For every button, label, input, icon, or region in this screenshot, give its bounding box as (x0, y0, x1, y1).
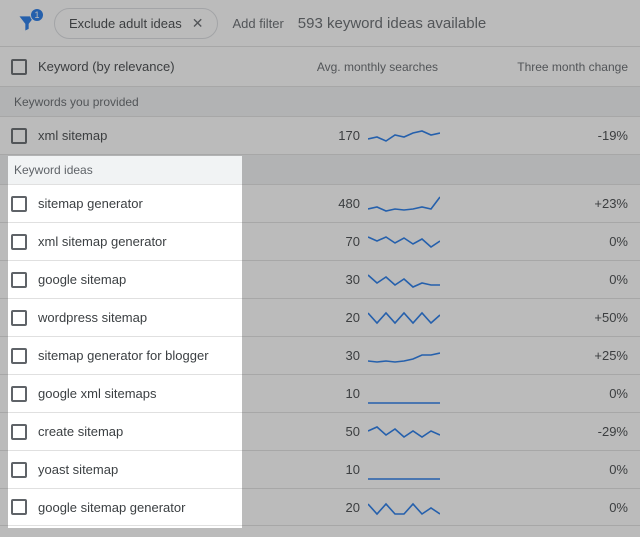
row-checkbox[interactable] (11, 272, 27, 288)
sparkline (368, 344, 446, 368)
row-checkbox[interactable] (11, 234, 27, 250)
table-row: sitemap generator for blogger30 +25% (0, 336, 640, 374)
keyword-cell: wordpress sitemap (38, 310, 278, 325)
table-header-row: Keyword (by relevance) Avg. monthly sear… (0, 46, 640, 86)
searches-cell: 480 (278, 196, 368, 211)
sparkline (368, 382, 446, 406)
filter-funnel-icon[interactable]: 1 (14, 10, 40, 36)
col-searches[interactable]: Avg. monthly searches (278, 60, 446, 74)
filter-chip-label: Exclude adult ideas (69, 16, 182, 31)
searches-cell: 10 (278, 386, 368, 401)
table-row: xml sitemap 170 -19% (0, 116, 640, 154)
sparkline (368, 192, 446, 216)
ideas-available-text: 593 keyword ideas available (298, 15, 486, 32)
sparkline (368, 230, 446, 254)
col-change[interactable]: Three month change (446, 60, 640, 74)
keyword-cell: google sitemap generator (38, 500, 278, 515)
keyword-cell: sitemap generator for blogger (38, 348, 278, 363)
change-cell: -29% (446, 424, 640, 439)
searches-cell: 30 (278, 348, 368, 363)
keyword-cell: google xml sitemaps (38, 386, 278, 401)
searches-cell: 30 (278, 272, 368, 287)
sparkline (368, 124, 446, 148)
section-provided: Keywords you provided (0, 86, 640, 116)
change-cell: 0% (446, 386, 640, 401)
filter-chip-exclude-adult[interactable]: Exclude adult ideas ✕ (54, 8, 218, 39)
change-cell: +25% (446, 348, 640, 363)
change-cell: +50% (446, 310, 640, 325)
sparkline (368, 420, 446, 444)
close-icon[interactable]: ✕ (192, 16, 204, 30)
table-row: create sitemap50 -29% (0, 412, 640, 450)
table-row: google sitemap30 0% (0, 260, 640, 298)
searches-cell: 10 (278, 462, 368, 477)
keyword-cell: yoast sitemap (38, 462, 278, 477)
row-checkbox[interactable] (11, 128, 27, 144)
col-keyword[interactable]: Keyword (by relevance) (38, 59, 278, 74)
sparkline (368, 268, 446, 292)
searches-cell: 70 (278, 234, 368, 249)
searches-cell: 20 (278, 500, 368, 515)
table-row: google sitemap generator20 0% (0, 488, 640, 526)
searches-cell: 170 (278, 128, 368, 143)
sparkline (368, 458, 446, 482)
row-checkbox[interactable] (11, 499, 27, 515)
keyword-cell: google sitemap (38, 272, 278, 287)
table-row: sitemap generator480 +23% (0, 184, 640, 222)
row-checkbox[interactable] (11, 462, 27, 478)
keyword-cell: sitemap generator (38, 196, 278, 211)
searches-cell: 50 (278, 424, 368, 439)
table-row: xml sitemap generator70 0% (0, 222, 640, 260)
filter-count-badge: 1 (30, 8, 44, 22)
change-cell: +23% (446, 196, 640, 211)
searches-cell: 20 (278, 310, 368, 325)
table-row: google xml sitemaps10 0% (0, 374, 640, 412)
change-cell: 0% (446, 272, 640, 287)
sparkline (368, 495, 446, 519)
table-row: yoast sitemap10 0% (0, 450, 640, 488)
section-ideas: Keyword ideas (0, 154, 640, 184)
select-all-checkbox[interactable] (11, 59, 27, 75)
row-checkbox[interactable] (11, 424, 27, 440)
change-cell: 0% (446, 234, 640, 249)
row-checkbox[interactable] (11, 196, 27, 212)
change-cell: 0% (446, 500, 640, 515)
keyword-cell: xml sitemap generator (38, 234, 278, 249)
add-filter-button[interactable]: Add filter (232, 16, 283, 31)
change-cell: -19% (446, 128, 640, 143)
row-checkbox[interactable] (11, 310, 27, 326)
sparkline (368, 306, 446, 330)
change-cell: 0% (446, 462, 640, 477)
table-row: wordpress sitemap20 +50% (0, 298, 640, 336)
keyword-cell: create sitemap (38, 424, 278, 439)
row-checkbox[interactable] (11, 386, 27, 402)
row-checkbox[interactable] (11, 348, 27, 364)
filter-bar: 1 Exclude adult ideas ✕ Add filter 593 k… (0, 0, 640, 46)
keyword-cell: xml sitemap (38, 128, 278, 143)
